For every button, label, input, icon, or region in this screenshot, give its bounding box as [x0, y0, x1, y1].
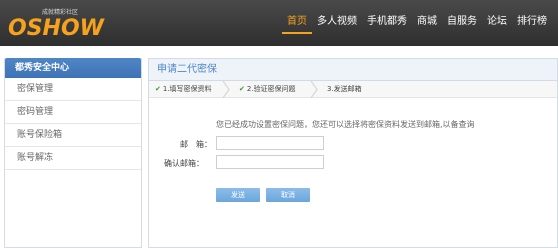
- cancel-button[interactable]: 取消: [266, 188, 310, 202]
- sidebar-item-account-unfreeze[interactable]: 账号解冻: [5, 147, 141, 170]
- step-3: 3.发送邮箱: [327, 81, 362, 98]
- nav-forum[interactable]: 论坛: [482, 15, 512, 34]
- site-header: 成就精彩社区 OSHOW 首页 多人视频 手机都秀 商城 自服务 论坛 排行榜: [0, 0, 558, 46]
- nav-mobile-show[interactable]: 手机都秀: [362, 15, 412, 34]
- nav-self-service[interactable]: 自服务: [442, 15, 482, 34]
- confirm-email-label: 确认邮箱：: [164, 159, 204, 168]
- main-panel: 申请二代密保 ✔ 1.填写密保资料 ✔ 2.验证密保问题 3.发送邮箱: [148, 58, 558, 248]
- chevron-right-icon: [310, 81, 318, 98]
- send-button[interactable]: 发送: [216, 188, 260, 202]
- logo-text: OSHOW: [8, 16, 106, 41]
- info-text: 您已经成功设置密保问题，您还可以选择将密保资料发送到邮箱,以备查询: [216, 120, 475, 129]
- step-2: ✔ 2.验证密保问题: [239, 81, 296, 98]
- logo-slogan: 成就精彩社区: [42, 8, 78, 16]
- check-circle-icon: ✔: [155, 85, 161, 93]
- sidebar: 都秀安全中心 密保管理 密码管理 账号保险箱 账号解冻: [4, 58, 142, 248]
- check-circle-icon: ✔: [239, 85, 245, 93]
- sidebar-item-security-question[interactable]: 密保管理: [5, 78, 141, 101]
- chevron-right-icon: [222, 81, 230, 98]
- nav-mall[interactable]: 商城: [412, 15, 442, 34]
- email-input[interactable]: [216, 136, 324, 150]
- confirm-email-input[interactable]: [216, 155, 324, 169]
- step-1: ✔ 1.填写密保资料: [155, 81, 212, 98]
- nav-home[interactable]: 首页: [282, 15, 312, 34]
- sidebar-item-account-safe[interactable]: 账号保险箱: [5, 124, 141, 147]
- nav-multi-video[interactable]: 多人视频: [312, 15, 362, 34]
- step-2-label: 2.验证密保问题: [246, 85, 296, 93]
- sidebar-title[interactable]: 都秀安全中心: [5, 58, 141, 78]
- oshow-logo[interactable]: 成就精彩社区 OSHOW: [4, 4, 122, 42]
- step-bar: ✔ 1.填写密保资料 ✔ 2.验证密保问题 3.发送邮箱: [149, 81, 557, 98]
- step-3-label: 3.发送邮箱: [327, 85, 362, 93]
- nav-ranking[interactable]: 排行榜: [512, 15, 552, 34]
- sidebar-item-password[interactable]: 密码管理: [5, 101, 141, 124]
- panel-title: 申请二代密保: [149, 59, 557, 81]
- step-1-label: 1.填写密保资料: [162, 85, 212, 93]
- main-nav: 首页 多人视频 手机都秀 商城 自服务 论坛 排行榜: [282, 15, 552, 34]
- email-label: 邮 箱：: [180, 140, 212, 149]
